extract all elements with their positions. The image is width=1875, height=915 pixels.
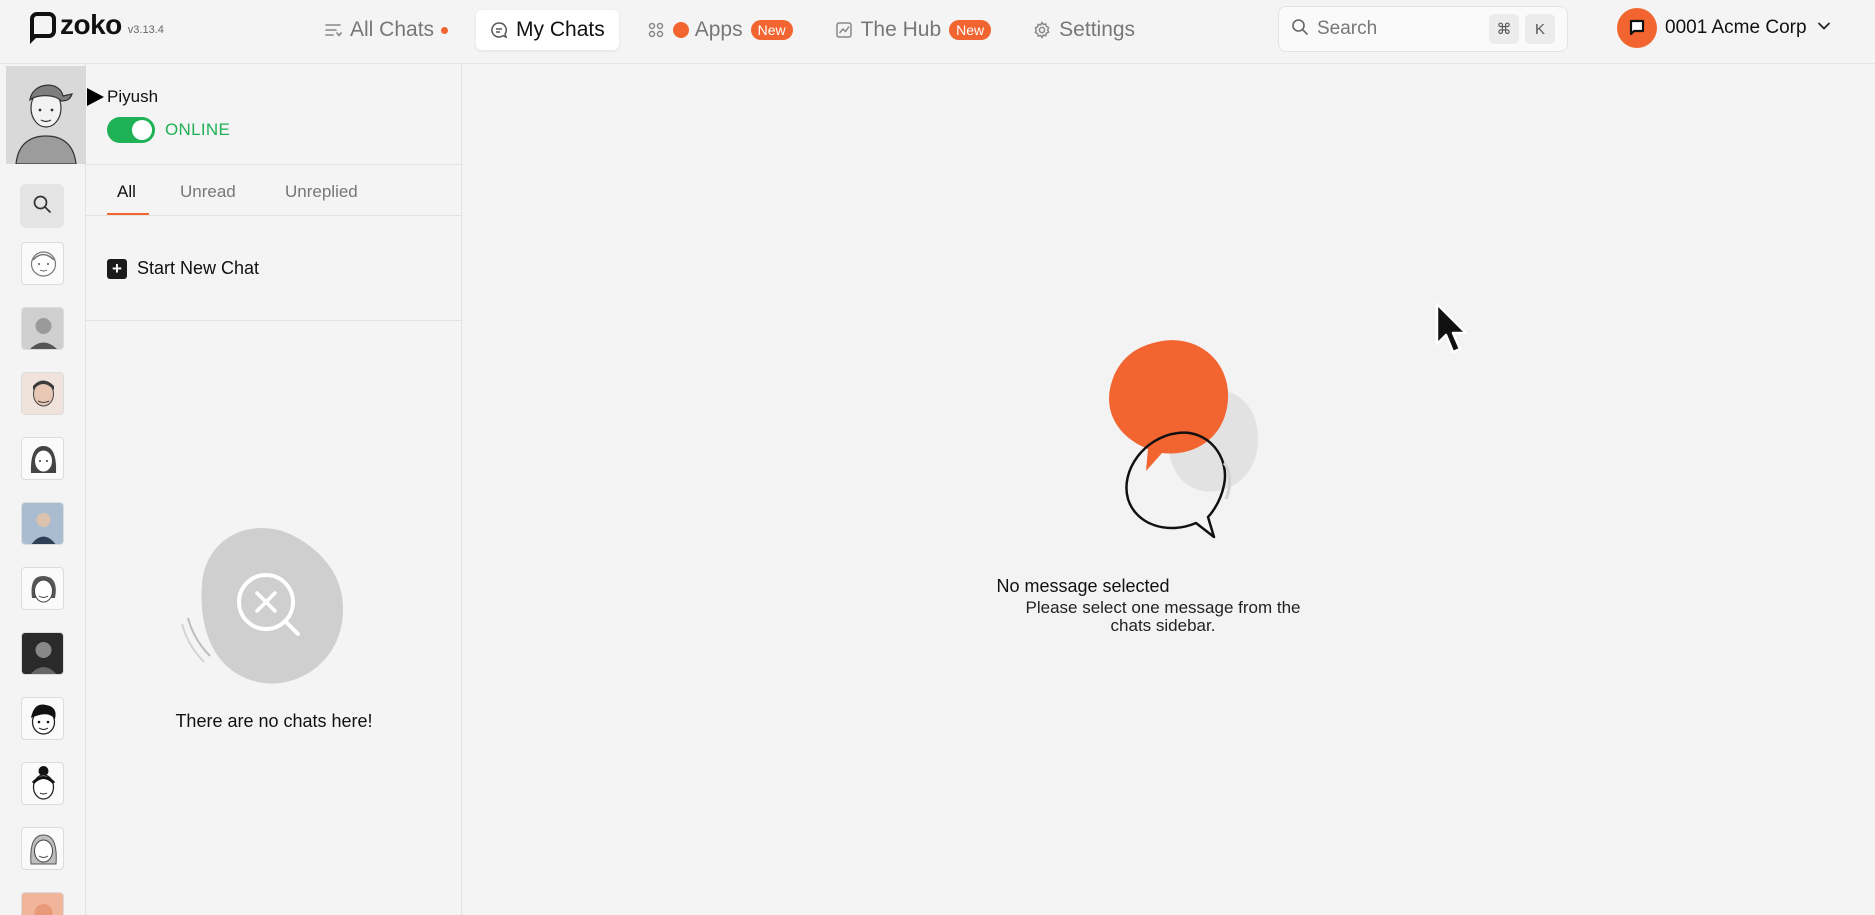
nav-the-hub[interactable]: The Hub New	[821, 10, 1006, 50]
start-new-chat-label: Start New Chat	[137, 258, 260, 278]
search-icon	[32, 194, 52, 219]
zoko-logo[interactable]: zoko v3.13.4	[30, 9, 164, 40]
online-status-toggle[interactable]	[107, 117, 155, 143]
contact-avatar[interactable]	[21, 892, 64, 915]
shortcut-key-cmd: ⌘	[1489, 14, 1519, 44]
divider	[86, 320, 462, 321]
contact-avatar[interactable]	[21, 827, 64, 870]
online-status-label: ONLINE	[165, 120, 231, 139]
hub-new-badge: New	[949, 20, 992, 40]
nav-apps[interactable]: Apps New	[633, 10, 807, 50]
nav-all-chats[interactable]: All Chats	[310, 10, 462, 50]
no-chats-illustration	[178, 514, 368, 694]
contact-search-button[interactable]	[20, 184, 64, 228]
nav-all-chats-label: All Chats	[350, 18, 435, 41]
nav-my-chats-label: My Chats	[516, 18, 605, 41]
top-bar: zoko v3.13.4 All Chats My Chats Apps New	[0, 0, 1875, 64]
tab-all[interactable]: All	[117, 182, 136, 202]
apps-new-badge: New	[750, 20, 793, 40]
search-placeholder: Search	[1317, 18, 1378, 39]
chevron-down-icon	[1817, 19, 1831, 38]
account-switcher[interactable]: 0001 Acme Corp	[1617, 8, 1831, 48]
nav-settings-label: Settings	[1059, 18, 1136, 41]
empty-conversation-illustration	[1058, 339, 1278, 559]
contact-avatar[interactable]	[21, 697, 64, 740]
contact-avatar[interactable]	[21, 632, 64, 675]
contact-avatar[interactable]	[21, 307, 64, 350]
account-name: 0001 Acme Corp	[1665, 17, 1807, 38]
nav-the-hub-label: The Hub	[860, 18, 942, 41]
user-profile-picture[interactable]	[6, 66, 86, 164]
logo-icon	[30, 12, 56, 38]
unread-dot	[441, 26, 449, 34]
no-message-title: No message selected	[996, 576, 1170, 596]
tab-unread[interactable]: Unread	[180, 182, 236, 202]
shortcut-key-k: K	[1525, 14, 1555, 44]
global-search[interactable]: Search ⌘ K	[1278, 6, 1568, 52]
chat-list-panel: Piyush ONLINE All Unread Unreplied + Sta…	[86, 64, 462, 915]
plus-icon: +	[107, 258, 127, 279]
contact-avatar[interactable]	[21, 372, 64, 415]
gear-icon	[1033, 21, 1051, 39]
collapse-arrow-icon[interactable]	[87, 88, 104, 106]
no-chats-message: There are no chats here!	[175, 711, 373, 731]
start-new-chat-button[interactable]: + Start New Chat	[107, 258, 259, 279]
agent-name: Piyush	[107, 87, 159, 106]
contact-avatar[interactable]	[21, 762, 64, 805]
apps-indicator-dot	[672, 22, 689, 38]
nav-apps-label: Apps	[694, 18, 743, 41]
chat-filter-tabs: All Unread Unreplied	[86, 166, 462, 216]
contacts-rail	[0, 64, 86, 915]
contact-avatar[interactable]	[21, 437, 64, 480]
list-icon	[324, 21, 342, 39]
no-message-subtitle: Please select one message from the chats…	[1025, 598, 1301, 635]
tab-unreplied[interactable]: Unreplied	[285, 182, 358, 202]
nav-my-chats[interactable]: My Chats	[476, 10, 619, 50]
chart-icon	[835, 21, 853, 39]
active-tab-indicator	[107, 213, 149, 215]
grid-icon	[647, 21, 665, 39]
agent-status-block: Piyush ONLINE	[86, 64, 462, 165]
mouse-cursor-icon	[1435, 302, 1468, 354]
contact-avatar[interactable]	[21, 567, 64, 610]
nav-settings[interactable]: Settings	[1019, 10, 1149, 50]
chat-bubble-icon	[490, 21, 508, 39]
main-nav: All Chats My Chats Apps New The Hub New	[310, 10, 1163, 50]
contact-avatar[interactable]	[21, 242, 64, 285]
logo-text: zoko	[60, 9, 122, 40]
profile-illustration	[6, 66, 86, 164]
conversation-area: No message selected Please select one me…	[463, 64, 1875, 915]
app-version: v3.13.4	[127, 24, 164, 36]
contact-avatar[interactable]	[21, 502, 64, 545]
account-logo-icon	[1629, 19, 1645, 36]
search-icon	[1291, 18, 1309, 41]
account-avatar	[1617, 8, 1657, 48]
